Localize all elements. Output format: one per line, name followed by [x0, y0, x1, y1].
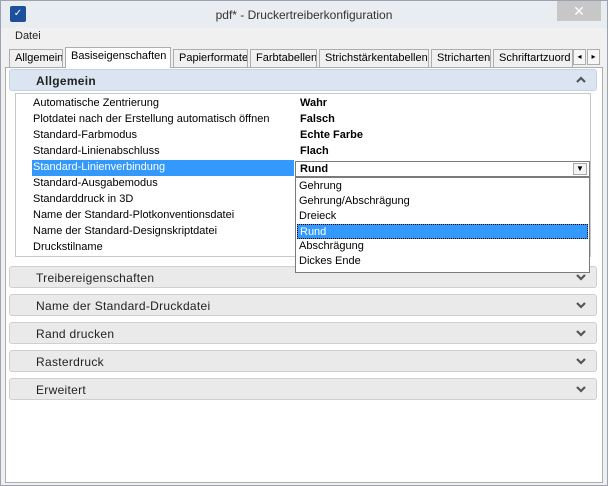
section-allgemein-header[interactable]: Allgemein: [9, 69, 597, 91]
property-row[interactable]: Standard-Farbmodus Echte Farbe: [16, 128, 590, 144]
property-value: Echte Farbe: [300, 129, 363, 141]
section-label: Name der Standard-Druckdatei: [36, 299, 211, 313]
tab-stricharten[interactable]: Stricharten: [431, 49, 491, 67]
tab-scroll-left-icon[interactable]: ◂: [573, 49, 586, 65]
section-allgemein-label: Allgemein: [36, 74, 97, 88]
property-name: Automatische Zentrierung: [33, 97, 159, 109]
dropdown-option-selected[interactable]: Rund: [297, 224, 588, 239]
dropdown-option[interactable]: Gehrung/Abschrägung: [297, 194, 588, 209]
property-name: Plotdatei nach der Erstellung automatisc…: [33, 113, 270, 125]
chevron-down-icon[interactable]: [574, 382, 588, 396]
property-name: Name der Standard-Designskriptdatei: [33, 225, 218, 237]
property-row[interactable]: Standard-Linienabschluss Flach: [16, 144, 590, 160]
tab-allgemein[interactable]: Allgemein: [9, 49, 63, 67]
chevron-down-icon[interactable]: ▼: [573, 163, 587, 175]
chevron-down-icon[interactable]: [574, 326, 588, 340]
chevron-down-icon[interactable]: [574, 354, 588, 368]
tab-papierformate[interactable]: Papierformate: [173, 49, 248, 67]
window-title: pdf* - Druckertreiberkonfiguration: [215, 8, 393, 22]
property-value: Falsch: [300, 113, 335, 125]
property-row[interactable]: Plotdatei nach der Erstellung automatisc…: [16, 112, 590, 128]
tab-basiseigenschaften[interactable]: Basiseigenschaften: [65, 47, 171, 68]
property-value: Wahr: [300, 97, 328, 109]
section-label: Rand drucken: [36, 327, 115, 341]
section-label: Erweitert: [36, 383, 87, 397]
property-name: Standard-Ausgabemodus: [33, 177, 158, 189]
section-druckdatei-header[interactable]: Name der Standard-Druckdatei: [9, 294, 597, 316]
section-label: Rasterdruck: [36, 355, 104, 369]
tab-strip: Allgemein Basiseigenschaften Papierforma…: [5, 47, 605, 68]
close-button[interactable]: ✕: [557, 1, 601, 21]
property-name: Standard-Linienabschluss: [33, 145, 160, 157]
property-name: Standard-Farbmodus: [33, 129, 137, 141]
menu-datei[interactable]: Datei: [15, 30, 41, 42]
dropdown-option[interactable]: Dickes Ende: [297, 254, 588, 269]
line-join-dropdown-list: Gehrung Gehrung/Abschrägung Dreieck Rund…: [295, 177, 590, 273]
section-rasterdruck-header[interactable]: Rasterdruck: [9, 350, 597, 372]
tab-farbtabellen[interactable]: Farbtabellen: [250, 49, 317, 67]
property-row[interactable]: Automatische Zentrierung Wahr: [16, 96, 590, 112]
tab-strichstaerkentabellen[interactable]: Strichstärkentabellen: [319, 49, 429, 67]
section-erweitert-header[interactable]: Erweitert: [9, 378, 597, 400]
driver-config-window: ✓ pdf* - Druckertreiberkonfiguration ✕ D…: [0, 0, 608, 486]
property-value: Flach: [300, 145, 329, 157]
chevron-up-icon[interactable]: [574, 73, 588, 87]
menu-bar: Datei: [1, 28, 607, 46]
property-name: Standarddruck in 3D: [33, 193, 134, 205]
property-name: Name der Standard-Plotkonventionsdatei: [33, 209, 235, 221]
dropdown-option[interactable]: Gehrung: [297, 179, 588, 194]
chevron-down-icon[interactable]: [574, 298, 588, 312]
line-join-value: Rund: [300, 163, 329, 175]
section-label: Treibereigenschaften: [36, 271, 155, 285]
dropdown-option[interactable]: Dreieck: [297, 209, 588, 224]
line-join-combobox[interactable]: Rund ▼: [295, 161, 590, 177]
tab-schriftartzuordnung[interactable]: Schriftartzuord: [493, 49, 573, 67]
tab-scroll-right-icon[interactable]: ▸: [587, 49, 600, 65]
title-bar[interactable]: ✓ pdf* - Druckertreiberkonfiguration ✕: [1, 1, 607, 28]
section-rand-drucken-header[interactable]: Rand drucken: [9, 322, 597, 344]
dropdown-option[interactable]: Abschrägung: [297, 239, 588, 254]
property-name: Standard-Linienverbindung: [33, 161, 166, 173]
property-name: Druckstilname: [33, 241, 103, 253]
